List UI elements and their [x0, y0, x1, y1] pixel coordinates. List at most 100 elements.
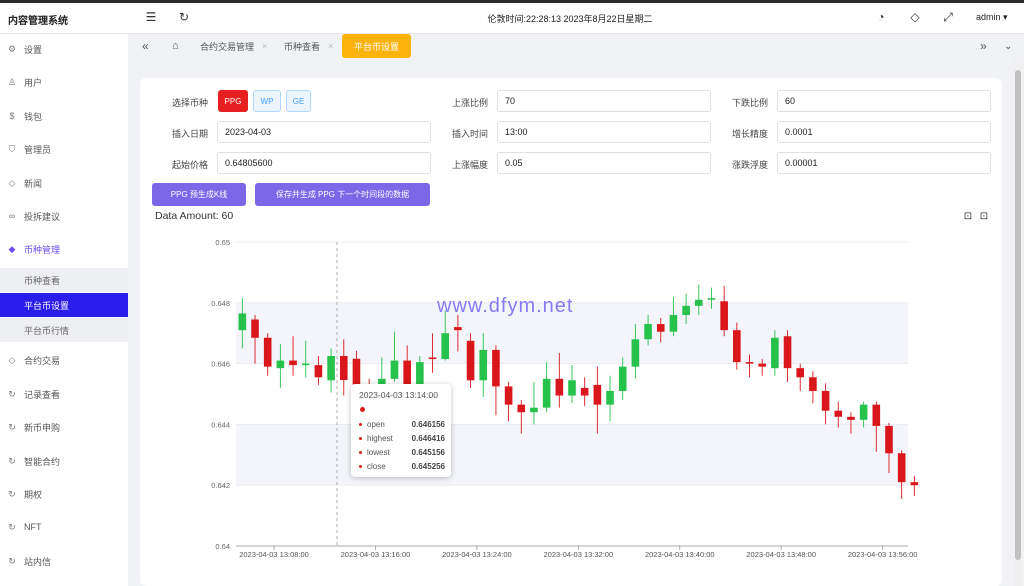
- down-ratio-input[interactable]: 60: [777, 90, 991, 112]
- wallet-icon: $: [9, 111, 15, 121]
- user-menu[interactable]: admin ▾: [976, 12, 1008, 23]
- zoom-reset-icon[interactable]: ⊡: [977, 210, 991, 224]
- date-label: 插入日期: [171, 129, 208, 139]
- candle-body: [694, 299, 703, 306]
- menu-fold-icon[interactable]: ☰: [144, 10, 158, 24]
- sidebar-item-users[interactable]: ♙ 用户: [0, 67, 128, 97]
- sidebar-item-wallet[interactable]: $ 钱包: [0, 101, 128, 131]
- candle-body: [530, 407, 538, 413]
- up-ratio-label: 上涨比例: [451, 98, 488, 108]
- sidebar-sub-platform-coin-market[interactable]: 平台币行情: [0, 318, 128, 342]
- candle-body: [707, 298, 716, 300]
- tooltip-key: highest: [367, 434, 393, 443]
- tab-platform-coin-settings[interactable]: 平台币设置: [342, 34, 412, 58]
- candle-body: [796, 368, 805, 378]
- sidebar-item-label: 记录查看: [24, 389, 61, 400]
- diamond-icon: ◇: [8, 354, 16, 365]
- zoom-restore-icon[interactable]: ⊡: [961, 210, 975, 224]
- sidebar-item-admins[interactable]: ⛉ 管理员: [0, 134, 128, 164]
- candle-body: [745, 362, 754, 364]
- x-tick-label: 2023-04-03 13:40:00: [645, 550, 715, 559]
- refresh-icon[interactable]: ↻: [177, 10, 191, 24]
- sidebar-item-messages[interactable]: ↻ 站内信: [0, 546, 128, 576]
- tooltip-row-close: close 0.645256: [359, 462, 445, 471]
- tag-icon[interactable]: ◇: [908, 10, 922, 24]
- candle-body: [289, 360, 297, 366]
- candle-body: [568, 380, 576, 396]
- sidebar-item-news[interactable]: ◇ 新闻: [0, 168, 128, 198]
- candle-body: [492, 349, 500, 387]
- start-price-label: 起始价格: [171, 160, 208, 170]
- tabs-menu-icon[interactable]: ⌄: [1004, 34, 1012, 58]
- refresh-icon: ↻: [8, 421, 16, 432]
- up-ratio-input[interactable]: 70: [497, 90, 711, 112]
- fullscreen-icon[interactable]: ⤢: [941, 10, 955, 24]
- coin-button-wp[interactable]: WP: [253, 90, 281, 112]
- candle-body: [314, 365, 323, 378]
- tab-contract-trading[interactable]: 合约交易管理 ×: [200, 34, 267, 58]
- sidebar-item-settings[interactable]: ⚙ 设置: [0, 34, 128, 64]
- sidebar-item-label: 用户: [24, 77, 43, 88]
- tabs-scroll-left-icon[interactable]: «: [142, 34, 149, 58]
- precision-label: 增长精度: [731, 129, 768, 139]
- sidebar-item-nft[interactable]: ↻ NFT: [0, 512, 128, 542]
- page-scrollbar-thumb[interactable]: [1015, 70, 1021, 560]
- sidebar-item-feedback[interactable]: ∞ 投拆建议: [0, 201, 128, 231]
- coin-button-ppg[interactable]: PPG: [218, 90, 248, 112]
- tooltip-key: lowest: [367, 448, 390, 457]
- candle-body: [555, 378, 564, 396]
- sidebar-item-options[interactable]: ↻ 期权: [0, 479, 128, 509]
- palette-icon[interactable]: ◔: [874, 10, 888, 24]
- home-icon[interactable]: ⌂: [172, 34, 179, 58]
- sidebar-item-smart-contract[interactable]: ↻ 智能合约: [0, 446, 128, 476]
- gear-icon: ⚙: [7, 43, 17, 54]
- save-generate-button[interactable]: 保存并生成 PPG 下一个时间段的数据: [255, 183, 430, 206]
- y-tick-label: 0.642: [211, 481, 230, 490]
- candle-body: [720, 301, 728, 331]
- fluct-input[interactable]: 0.00001: [777, 152, 991, 174]
- generate-kline-button[interactable]: PPG 预生成K线: [152, 183, 246, 206]
- sidebar-item-coin-management[interactable]: ◆ 币种管理: [0, 234, 128, 264]
- sidebar-item-new-coin[interactable]: ↻ 新币申购: [0, 412, 128, 442]
- tab-coin-view[interactable]: 币种查看 ×: [284, 34, 333, 58]
- tooltip-value: 0.645256: [411, 462, 445, 471]
- candle-body: [276, 360, 285, 369]
- sidebar-sub-platform-coin-settings[interactable]: 平台币设置: [0, 293, 128, 317]
- x-tick-label: 2023-04-03 13:08:00: [239, 550, 309, 559]
- sidebar-item-contract-trading[interactable]: ◇ 合约交易: [0, 345, 128, 375]
- candle-body: [809, 377, 817, 391]
- tooltip-series-dot: [360, 407, 365, 412]
- tabs-scroll-right-icon[interactable]: »: [980, 34, 987, 58]
- data-amount: Data Amount: 60: [155, 210, 234, 222]
- sidebar-item-records[interactable]: ↻ 记录查看: [0, 379, 128, 409]
- candle-body: [339, 356, 348, 381]
- start-price-input[interactable]: 0.64805600: [217, 152, 431, 174]
- diamond-icon: ◆: [8, 243, 16, 254]
- candle-body: [390, 360, 399, 379]
- time-input[interactable]: 13:00: [497, 121, 711, 143]
- tag-icon: ◇: [8, 177, 16, 188]
- candle-body: [859, 404, 868, 420]
- precision-input[interactable]: 0.0001: [777, 121, 991, 143]
- up-range-input[interactable]: 0.05: [497, 152, 711, 174]
- date-input[interactable]: 2023-04-03: [217, 121, 431, 143]
- time-label: 插入时间: [451, 129, 488, 139]
- tooltip-value: 0.646156: [411, 420, 445, 429]
- coin-button-ge[interactable]: GE: [286, 90, 311, 112]
- caret-down-icon: ▾: [1003, 12, 1008, 22]
- chart-y-ticks: 0.65 0.648 0.646 0.644 0.642 0.64: [211, 238, 230, 551]
- candle-body: [885, 425, 893, 454]
- sidebar-item-label: 设置: [24, 44, 43, 55]
- sidebar-sub-coin-view[interactable]: 币种查看: [0, 268, 128, 292]
- kline-chart[interactable]: 0.65 0.648 0.646 0.644 0.642 0.64 2023-04-03 …: [140, 230, 920, 564]
- candle-body: [847, 416, 855, 420]
- up-range-label: 上涨幅度: [451, 160, 488, 170]
- refresh-icon: ↻: [8, 388, 16, 399]
- candle-body: [352, 358, 361, 387]
- x-tick-label: 2023-04-03 13:24:00: [442, 550, 512, 559]
- tab-label: 平台币设置: [354, 41, 400, 52]
- coin-label: 选择币种: [171, 98, 208, 108]
- close-icon[interactable]: ×: [328, 41, 333, 51]
- close-icon[interactable]: ×: [262, 41, 267, 51]
- sidebar-item-label: 新币申购: [24, 422, 61, 433]
